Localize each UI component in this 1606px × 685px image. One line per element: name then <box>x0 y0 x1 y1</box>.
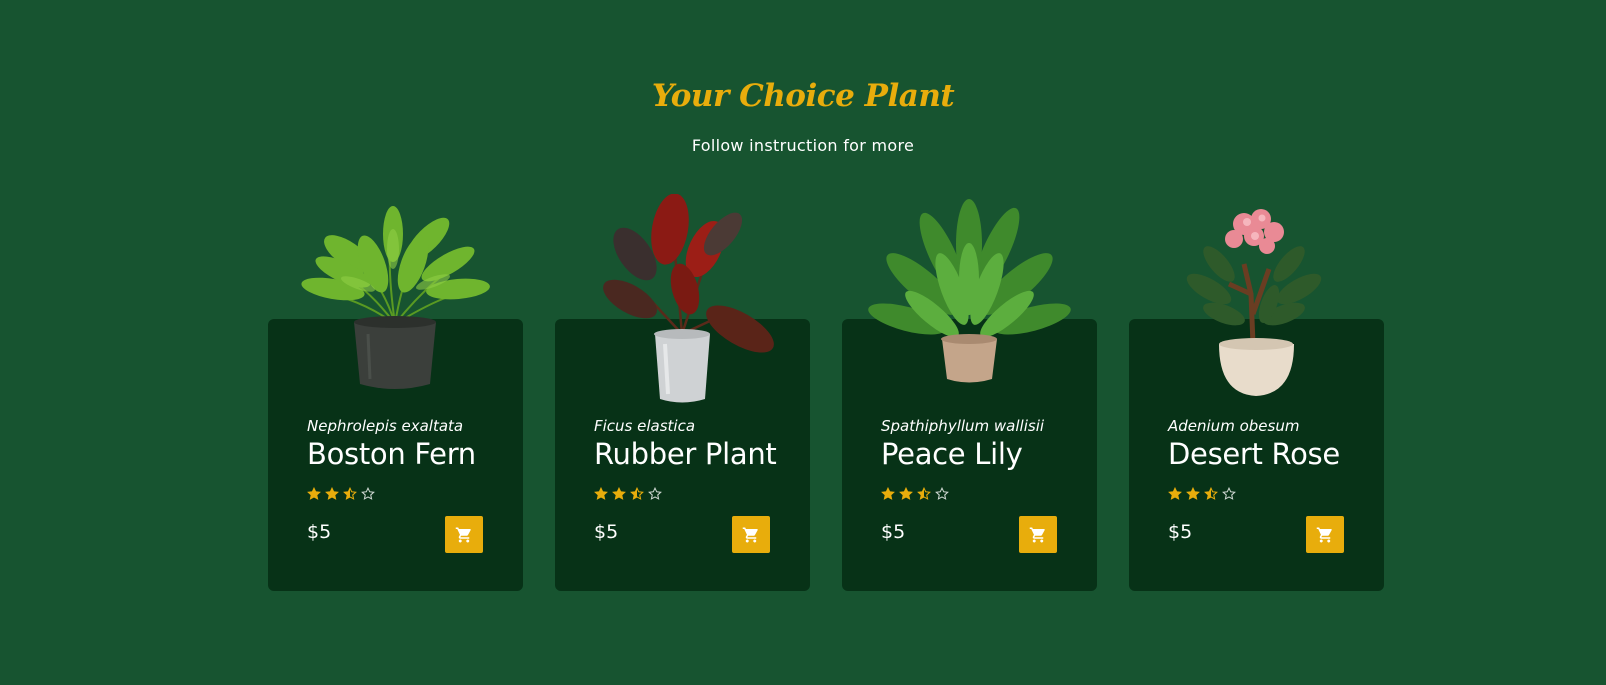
product-name: Desert Rose <box>1168 437 1340 471</box>
product-card[interactable]: Nephrolepis exaltata Boston Fern $5 <box>268 206 523 591</box>
product-scientific-name: Adenium obesum <box>1168 417 1300 435</box>
product-scientific-name: Nephrolepis exaltata <box>307 417 464 435</box>
add-to-cart-button[interactable] <box>445 516 483 553</box>
product-grid: Nephrolepis exaltata Boston Fern $5 Ficu… <box>0 0 1606 685</box>
product-name: Peace Lily <box>881 437 1023 471</box>
star-full-icon <box>1186 487 1200 500</box>
star-full-icon <box>899 487 913 500</box>
cart-icon <box>455 526 473 544</box>
product-price: $5 <box>1168 521 1193 543</box>
star-empty-icon <box>1222 487 1236 500</box>
product-scientific-name: Ficus elastica <box>594 417 696 435</box>
rating-stars <box>594 487 662 501</box>
rating-stars <box>1168 487 1236 501</box>
fern-plant-image <box>288 194 503 409</box>
star-full-icon <box>594 487 608 500</box>
product-price: $5 <box>307 521 332 543</box>
star-full-icon <box>612 487 626 500</box>
star-full-icon <box>307 487 321 500</box>
product-card[interactable]: Ficus elastica Rubber Plant $5 <box>555 194 810 591</box>
star-half-icon <box>630 487 644 500</box>
product-price: $5 <box>594 521 619 543</box>
peace-lily-image <box>862 194 1077 409</box>
star-half-icon <box>343 487 357 500</box>
star-half-icon <box>1204 487 1218 500</box>
rating-stars <box>307 487 375 501</box>
star-full-icon <box>1168 487 1182 500</box>
star-full-icon <box>325 487 339 500</box>
product-card[interactable]: Spathiphyllum wallisii Peace Lily $5 <box>842 199 1097 591</box>
rubber-plant-image <box>575 194 790 409</box>
product-card[interactable]: Adenium obesum Desert Rose $5 <box>1129 209 1384 591</box>
cart-icon <box>1029 526 1047 544</box>
cart-icon <box>1316 526 1334 544</box>
star-empty-icon <box>935 487 949 500</box>
cart-icon <box>742 526 760 544</box>
product-price: $5 <box>881 521 906 543</box>
add-to-cart-button[interactable] <box>1019 516 1057 553</box>
add-to-cart-button[interactable] <box>732 516 770 553</box>
desert-rose-image <box>1149 194 1364 409</box>
add-to-cart-button[interactable] <box>1306 516 1344 553</box>
rating-stars <box>881 487 949 501</box>
star-empty-icon <box>648 487 662 500</box>
star-empty-icon <box>361 487 375 500</box>
star-full-icon <box>881 487 895 500</box>
product-name: Boston Fern <box>307 437 476 471</box>
product-name: Rubber Plant <box>594 437 777 471</box>
star-half-icon <box>917 487 931 500</box>
product-scientific-name: Spathiphyllum wallisii <box>881 417 1045 435</box>
